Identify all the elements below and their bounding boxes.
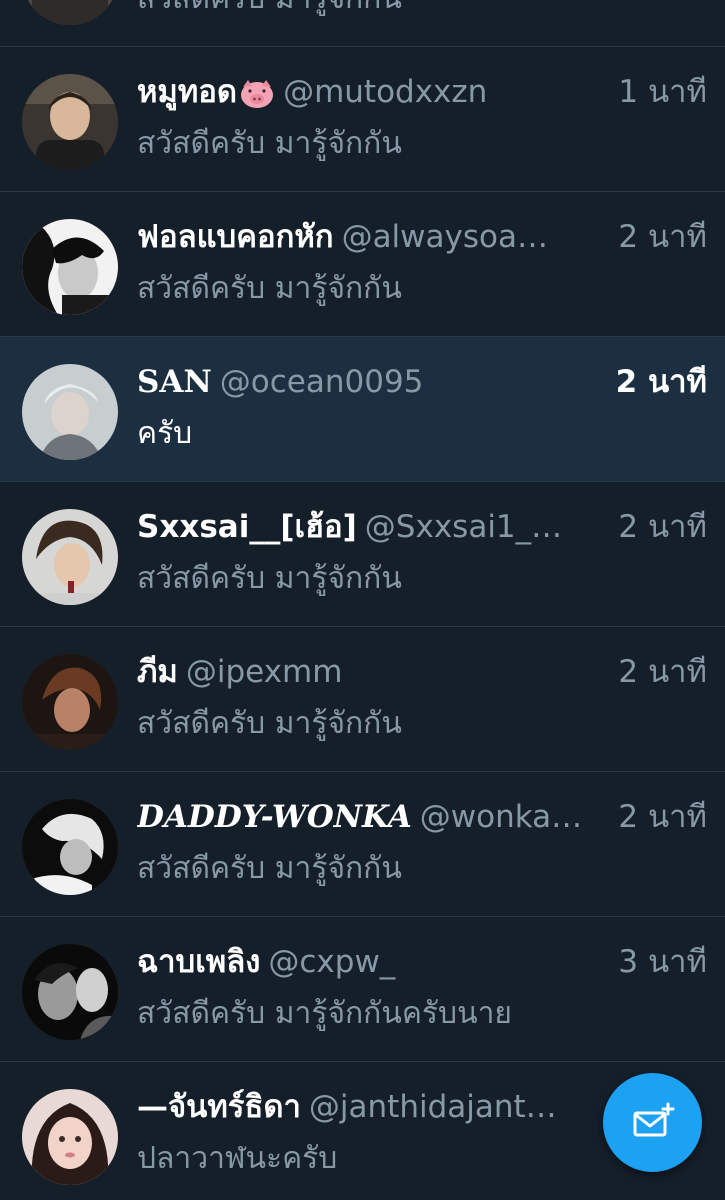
avatar[interactable]: [22, 1089, 118, 1185]
avatar[interactable]: [22, 654, 118, 750]
avatar[interactable]: [22, 219, 118, 315]
message-time: 2 นาที: [618, 509, 707, 545]
avatar[interactable]: [22, 74, 118, 170]
message-preview: สวัสดีครับ มารู้จักกัน: [137, 126, 402, 161]
conversation-row[interactable]: สวัสดีครับ มารู้จักกัน: [0, 0, 725, 47]
new-message-button[interactable]: [603, 1073, 702, 1172]
conversation-row[interactable]: DADDY-WONKA @wonka… 2 นาที สวัสดีครับ มาร…: [0, 772, 725, 917]
avatar[interactable]: [22, 0, 118, 25]
sender-name: Sxxsai__[เฮ้อ]: [137, 509, 357, 545]
sender-handle: @wonka…: [419, 799, 583, 835]
sender-name: ฟอลแบคอกหัก: [137, 219, 334, 255]
sender-name: หมูทอด: [137, 74, 238, 110]
sender-handle: @ocean0095: [219, 364, 424, 400]
message-time: 2 นาที: [618, 799, 707, 835]
message-time: 1 นาที: [618, 74, 707, 110]
sender-handle: @alwaysoa…: [341, 219, 548, 255]
avatar[interactable]: [22, 944, 118, 1040]
avatar[interactable]: [22, 364, 118, 460]
message-preview: สวัสดีครับ มารู้จักกัน: [137, 561, 402, 596]
message-time: 2 นาที: [618, 219, 707, 255]
conversation-row-unread[interactable]: SAN @ocean0095 2 นาที ครับ: [0, 337, 725, 482]
conversation-row[interactable]: หมูทอด @mutodxxzn 1 นาที สวัสดีครับ มารู้…: [0, 47, 725, 192]
message-preview: สวัสดีครับ มารู้จักกันครับนาย: [137, 996, 513, 1031]
conversation-row[interactable]: Sxxsai__[เฮ้อ] @Sxxsai1_… 2 นาที สวัสดีคร…: [0, 482, 725, 627]
conversation-row[interactable]: ฟอลแบคอกหัก @alwaysoa… 2 นาที สวัสดีครับ …: [0, 192, 725, 337]
avatar[interactable]: [22, 509, 118, 605]
message-time: 2 นาที: [615, 364, 707, 400]
message-preview: ครับ: [137, 416, 193, 451]
message-time: 3 นาที: [618, 944, 707, 980]
sender-name: SAN: [137, 364, 212, 400]
sender-handle: @ipexmm: [185, 654, 343, 690]
conversation-row[interactable]: ภีม @ipexmm 2 นาที สวัสดีครับ มารู้จักกัน: [0, 627, 725, 772]
avatar[interactable]: [22, 799, 118, 895]
sender-name: ภีม: [137, 654, 178, 690]
sender-name: ฉาบเพลิง: [137, 944, 261, 980]
message-preview: สวัสดีครับ มารู้จักกัน: [137, 706, 402, 741]
new-message-icon: [633, 1102, 674, 1136]
message-preview: สวัสดีครับ มารู้จักกัน: [137, 0, 697, 22]
message-preview: สวัสดีครับ มารู้จักกัน: [137, 271, 402, 306]
sender-handle: @janthidajant…: [308, 1089, 557, 1125]
message-time: 2 นาที: [618, 654, 707, 690]
conversation-row[interactable]: ฉาบเพลิง @cxpw_ 3 นาที สวัสดีครับ มารู้จั…: [0, 917, 725, 1062]
message-preview: สวัสดีครับ มารู้จักกัน: [137, 851, 402, 886]
direct-messages-screen: สวัสดีครับ มารู้จักกัน หมูทอด @mutodxxzn …: [0, 0, 725, 1200]
sender-handle: @cxpw_: [268, 944, 396, 980]
sender-handle: @Sxxsai1_…: [364, 509, 563, 545]
pig-face-icon: [239, 76, 275, 108]
conversation-list: สวัสดีครับ มารู้จักกัน หมูทอด @mutodxxzn …: [0, 0, 725, 1200]
sender-name: —จันทร์ธิดา: [137, 1089, 301, 1125]
sender-name: DADDY-WONKA: [137, 799, 412, 835]
sender-handle: @mutodxxzn: [283, 74, 488, 110]
